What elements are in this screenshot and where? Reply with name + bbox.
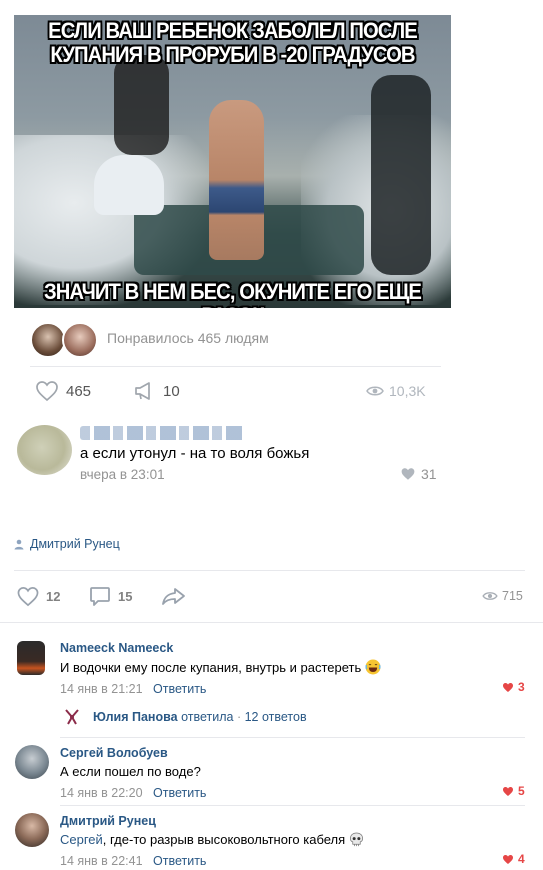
post-like-button[interactable]: 12 <box>16 586 60 607</box>
comment-like[interactable]: 5 <box>502 784 525 798</box>
inner-comment-time: вчера в 23:01 <box>80 467 165 482</box>
inner-comment-text: а если утонул - на то воля божья <box>80 445 310 462</box>
reply-button[interactable]: Ответить <box>153 786 206 800</box>
comment-like-count: 5 <box>518 784 525 798</box>
man-holding-child <box>209 100 264 260</box>
comment-avatar[interactable] <box>15 745 49 779</box>
eye-icon <box>366 384 384 398</box>
divider <box>60 805 525 806</box>
share-icon <box>161 586 187 607</box>
comment-time[interactable]: 14 янв в 22:20 <box>60 786 143 800</box>
comment-like-count: 4 <box>518 852 525 866</box>
like-button[interactable]: 465 <box>34 380 91 402</box>
laugh-emoji-icon <box>365 659 381 675</box>
divider <box>0 622 543 623</box>
meme-image[interactable]: ЕСЛИ ВАШ РЕБЕНОК ЗАБОЛЕЛ ПОСЛЕ КУПАНИЯ В… <box>14 15 451 308</box>
divider <box>30 366 441 367</box>
heart-icon <box>502 786 514 797</box>
heart-icon <box>502 682 514 693</box>
comment-icon <box>89 586 111 607</box>
comment-like[interactable]: 3 <box>502 680 525 694</box>
heart-icon <box>400 467 416 481</box>
background-person <box>114 55 169 155</box>
comment-author[interactable]: Nameeck Nameeck <box>60 641 173 655</box>
commenter-avatar-blurred[interactable] <box>17 425 72 475</box>
comment-time[interactable]: 14 янв в 22:41 <box>60 854 143 868</box>
user-icon <box>14 539 24 550</box>
thread-replies-count[interactable]: 12 ответов <box>245 710 307 724</box>
comment-text: И водочки ему после купания, внутрь и ра… <box>60 659 362 675</box>
comment-body: И водочки ему после купания, внутрь и ра… <box>60 659 381 675</box>
thread-action: ответила <box>181 710 234 724</box>
share-button[interactable] <box>161 586 187 607</box>
megaphone-icon <box>133 380 159 402</box>
post-comment-count: 15 <box>118 589 133 604</box>
comment-meta: 14 янв в 22:41 Ответить <box>60 852 206 870</box>
thread-summary[interactable]: Юлия Панова ответила · 12 ответов <box>93 710 307 724</box>
divider <box>14 570 525 571</box>
heart-icon <box>502 854 514 865</box>
views-count: 10,3K <box>389 383 426 399</box>
like-count: 465 <box>66 382 92 400</box>
comment-meta: 14 янв в 21:21 Ответить <box>60 680 206 698</box>
comment-like-count: 3 <box>518 680 525 694</box>
kneeling-person <box>94 155 164 215</box>
divider <box>60 737 525 738</box>
comment-avatar[interactable] <box>15 813 49 847</box>
thread-dot: · <box>236 710 242 724</box>
repost-count: 10 <box>163 382 180 400</box>
views-indicator: 10,3K <box>366 383 426 399</box>
thread-avatar[interactable] <box>62 707 82 727</box>
skull-emoji-icon <box>349 832 364 847</box>
comment-like[interactable]: 4 <box>502 852 525 866</box>
comment-text: А если пошел по воде? <box>60 764 201 779</box>
heart-icon <box>16 586 40 607</box>
reply-button[interactable]: Ответить <box>153 854 206 868</box>
post-views-indicator: 715 <box>482 589 523 603</box>
comment-author[interactable]: Дмитрий Рунец <box>60 814 156 828</box>
inner-comment-like-count: 31 <box>421 466 437 482</box>
reply-button[interactable]: Ответить <box>153 682 206 696</box>
comment-body: Сергей , где-то разрыв высоковольтного к… <box>60 832 364 847</box>
liker-avatar[interactable] <box>30 322 66 358</box>
inner-comment-like[interactable]: 31 <box>400 466 437 482</box>
thread-author[interactable]: Юлия Панова <box>93 710 178 724</box>
comment-avatar[interactable] <box>17 641 45 675</box>
comment-meta: 14 янв в 22:20 Ответить <box>60 784 206 802</box>
comment-text: , где-то разрыв высоковольтного кабеля <box>102 832 346 847</box>
repost-button[interactable]: 10 <box>133 380 180 402</box>
post-views-count: 715 <box>502 589 523 603</box>
liked-by-text[interactable]: Понравилось 465 людям <box>107 330 269 346</box>
meme-bottom-caption: ЗНАЧИТ В НЕМ БЕС, ОКУНИТЕ ЕГО ЕЩЕ РАЗОК <box>43 279 422 309</box>
commenter-name-blurred[interactable] <box>80 426 245 440</box>
meme-top-caption: ЕСЛИ ВАШ РЕБЕНОК ЗАБОЛЕЛ ПОСЛЕ КУПАНИЯ В… <box>48 18 418 67</box>
author-signature[interactable]: Дмитрий Рунец <box>14 537 120 551</box>
liker-avatar[interactable] <box>62 322 98 358</box>
post-like-count: 12 <box>46 589 61 604</box>
heart-icon <box>34 380 60 402</box>
background-figure <box>371 75 431 275</box>
author-name[interactable]: Дмитрий Рунец <box>30 537 120 551</box>
post-comment-button[interactable]: 15 <box>89 586 132 607</box>
comment-time[interactable]: 14 янв в 21:21 <box>60 682 143 696</box>
comment-author[interactable]: Сергей Волобуев <box>60 746 168 760</box>
comment-mention[interactable]: Сергей <box>60 832 103 847</box>
eye-icon <box>482 590 498 602</box>
